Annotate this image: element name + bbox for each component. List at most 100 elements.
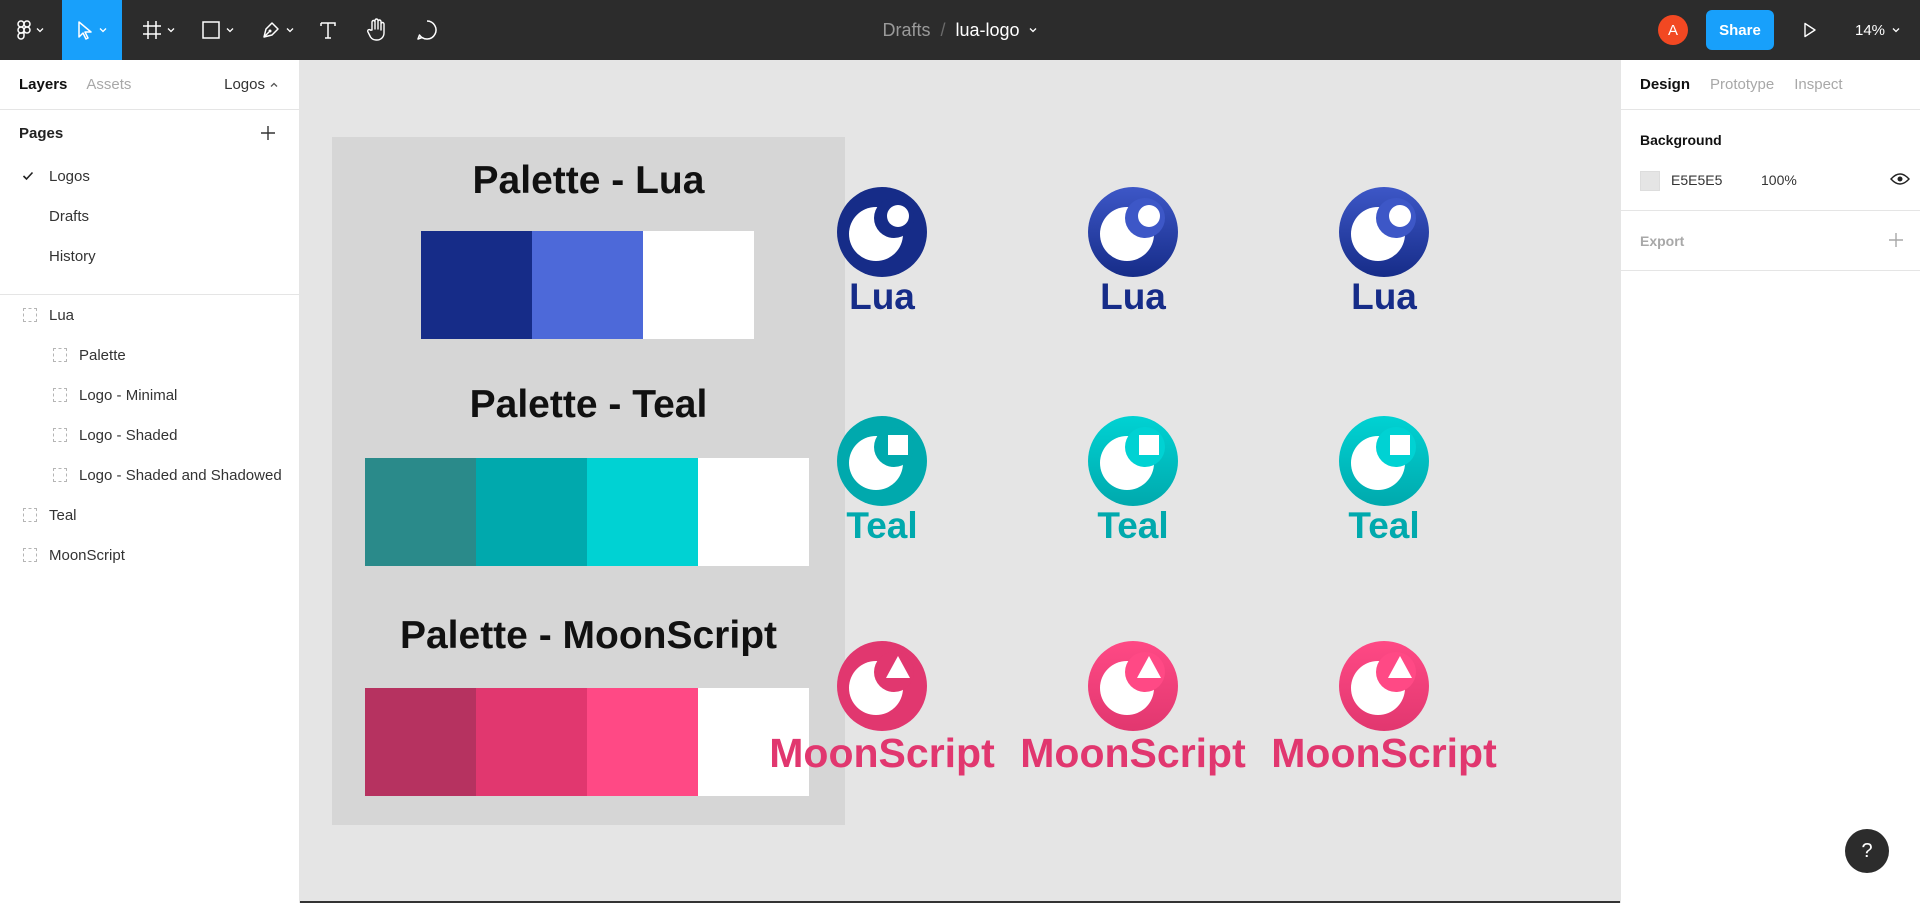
logo-moonscript-minimal[interactable]: MoonScript	[769, 640, 995, 777]
add-page-icon[interactable]	[259, 124, 277, 142]
layer-item-logo-shaded-shadowed[interactable]: Logo - Shaded and Shadowed	[0, 455, 300, 495]
rectangle-icon	[202, 21, 220, 39]
logo-wordmark: Lua	[1100, 276, 1166, 317]
logo-lua-minimal[interactable]: Lua	[772, 186, 992, 318]
frame-icon	[23, 548, 37, 562]
pen-icon	[263, 22, 279, 38]
figma-logo-icon	[17, 20, 31, 40]
chevron-down-icon	[167, 28, 175, 33]
frame-icon	[53, 388, 67, 402]
tab-design[interactable]: Design	[1640, 76, 1690, 93]
main-menu-button[interactable]	[8, 0, 54, 60]
moonscript-logo-mark-icon	[1088, 641, 1178, 731]
palette-title-moonscript: Palette - MoonScript	[399, 614, 778, 657]
page-item-drafts[interactable]: Drafts	[0, 196, 299, 236]
left-panel-tabs: Layers Assets Logos	[0, 60, 299, 110]
palette-swatches-moonscript	[365, 688, 809, 796]
logo-wordmark: Teal	[1097, 505, 1169, 546]
logo-lua-shaded-shadowed[interactable]: Lua	[1274, 186, 1494, 318]
checkmark-icon	[22, 171, 34, 181]
export-title: Export	[1640, 233, 1685, 249]
layer-item-lua[interactable]: Lua	[0, 295, 300, 335]
layer-item-moonscript[interactable]: MoonScript	[0, 535, 300, 575]
page-item-logos[interactable]: Logos	[0, 156, 299, 196]
add-export-icon[interactable]	[1888, 232, 1904, 248]
layer-item-logo-minimal[interactable]: Logo - Minimal	[0, 375, 300, 415]
frame-icon	[23, 508, 37, 522]
logo-moonscript-shaded[interactable]: MoonScript	[1020, 640, 1246, 777]
tab-prototype[interactable]: Prototype	[1710, 76, 1774, 93]
background-color-swatch[interactable]	[1640, 171, 1660, 191]
layer-item-logo-shaded[interactable]: Logo - Shaded	[0, 415, 300, 455]
shape-tool-button[interactable]	[196, 0, 240, 60]
background-hex-input[interactable]: E5E5E5	[1671, 172, 1722, 188]
frame-icon	[53, 348, 67, 362]
share-button[interactable]: Share	[1706, 10, 1774, 50]
chevron-down-icon[interactable]	[1028, 25, 1038, 35]
palette-title-lua: Palette - Lua	[472, 159, 705, 202]
present-button[interactable]	[1798, 0, 1822, 60]
logo-wordmark: MoonScript	[1020, 730, 1246, 776]
layer-item-teal[interactable]: Teal	[0, 495, 300, 535]
layer-label: Palette	[79, 346, 126, 364]
layer-item-palette[interactable]: Palette	[0, 335, 300, 375]
zoom-level: 14%	[1855, 21, 1886, 39]
export-section: Export	[1621, 211, 1920, 271]
lua-logo-mark-icon	[837, 187, 927, 277]
page-selector[interactable]: Logos	[224, 76, 279, 93]
logo-teal-shaded[interactable]: Teal	[1023, 415, 1243, 547]
page-item-label: Logos	[49, 167, 90, 185]
zoom-dropdown[interactable]: 14%	[1855, 0, 1901, 60]
frame-icon	[143, 21, 161, 39]
palette-swatches-teal	[365, 458, 809, 566]
canvas[interactable]: Palette - Lua Palette - Teal Palette - M…	[300, 60, 1620, 903]
layer-label: Logo - Shaded and Shadowed	[79, 466, 282, 484]
palette-frame[interactable]: Palette - Lua Palette - Teal Palette - M…	[332, 137, 845, 825]
logo-teal-minimal[interactable]: Teal	[772, 415, 992, 547]
layer-label: Lua	[49, 306, 75, 324]
frame-tool-button[interactable]	[136, 0, 182, 60]
hand-tool-button[interactable]	[364, 0, 390, 60]
tab-layers[interactable]: Layers	[19, 76, 67, 93]
lua-logo-mark-icon	[1088, 187, 1178, 277]
frame-icon	[53, 428, 67, 442]
comment-tool-button[interactable]	[414, 0, 440, 60]
logo-wordmark: Lua	[1351, 276, 1417, 317]
breadcrumb-folder[interactable]: Drafts	[882, 20, 930, 41]
logo-wordmark: Lua	[849, 276, 915, 317]
move-tool-button[interactable]	[62, 0, 122, 60]
logo-teal-shaded-shadowed[interactable]: Teal	[1274, 415, 1494, 547]
pages-header: Pages	[0, 110, 299, 156]
pages-title: Pages	[19, 124, 64, 142]
design-panel: Design Prototype Inspect Background E5E5…	[1620, 60, 1920, 903]
eye-icon[interactable]	[1890, 172, 1910, 186]
teal-logo-mark-icon	[837, 416, 927, 506]
text-icon	[320, 22, 336, 39]
cursor-icon	[78, 21, 92, 40]
color-swatch	[476, 688, 587, 796]
tab-assets[interactable]: Assets	[86, 76, 131, 93]
file-name[interactable]: lua-logo	[955, 20, 1019, 41]
background-opacity-input[interactable]: 100%	[1761, 172, 1797, 188]
layer-label: Teal	[49, 506, 77, 524]
logo-lua-shaded[interactable]: Lua	[1023, 186, 1243, 318]
page-item-history[interactable]: History	[0, 236, 299, 276]
chevron-down-icon	[1892, 28, 1900, 33]
pen-tool-button[interactable]	[256, 0, 300, 60]
text-tool-button[interactable]	[316, 0, 340, 60]
tab-inspect[interactable]: Inspect	[1794, 76, 1842, 93]
palette-title-teal: Palette - Teal	[469, 383, 708, 426]
color-swatch	[643, 231, 754, 339]
background-section: Background E5E5E5 100%	[1621, 110, 1920, 211]
help-button[interactable]: ?	[1845, 829, 1889, 873]
moonscript-logo-mark-icon	[837, 641, 927, 731]
hand-icon	[367, 18, 385, 41]
layer-label: Logo - Minimal	[79, 386, 178, 404]
layers-panel: Layers Assets Logos Pages Logos Drafts H…	[0, 60, 300, 903]
logo-moonscript-shaded-shadowed[interactable]: MoonScript	[1271, 640, 1497, 777]
user-avatar[interactable]: A	[1658, 15, 1688, 45]
background-title: Background	[1640, 132, 1722, 148]
chevron-down-icon	[36, 28, 44, 33]
palette-swatches-lua	[421, 231, 754, 339]
right-panel-tabs: Design Prototype Inspect	[1621, 60, 1920, 110]
